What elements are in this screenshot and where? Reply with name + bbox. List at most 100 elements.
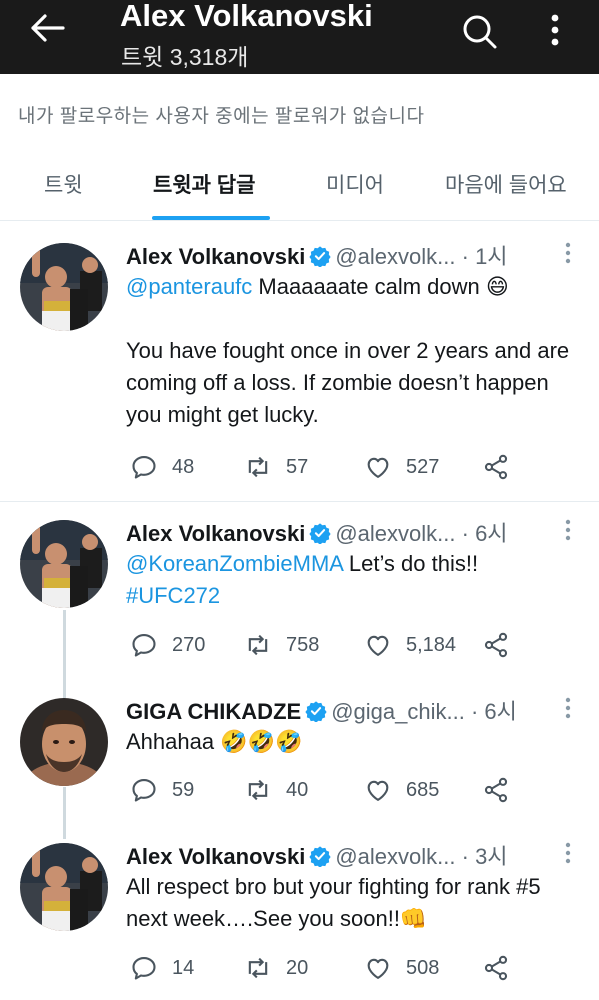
- tweet-time[interactable]: · 3시: [462, 844, 508, 869]
- hashtag-link[interactable]: #UFC272: [126, 583, 220, 608]
- like-count: 527: [406, 455, 440, 478]
- retweet-button[interactable]: 758: [244, 631, 319, 659]
- mention-link[interactable]: @panteraufc: [126, 274, 252, 299]
- tweet-text-paragraph: All respect bro but your fighting for ra…: [126, 874, 541, 931]
- retweet-count: 57: [286, 455, 309, 478]
- reply-icon: [130, 954, 158, 982]
- tweet-time[interactable]: · 1시: [462, 244, 508, 269]
- tweet-header: GIGA CHIKADZE @giga_chik... · 6시: [126, 694, 517, 724]
- top-app-bar: Alex Volkanovski 트윗 3,318개: [0, 0, 599, 74]
- heart-icon: [364, 631, 392, 659]
- verified-badge-icon: [305, 700, 327, 722]
- active-tab-indicator: [152, 216, 270, 220]
- tweet-text-paragraph: You have fought once in over 2 years and…: [126, 338, 570, 427]
- followers-notice: 내가 팔로우하는 사용자 중에는 팔로워가 없습니다: [18, 106, 425, 127]
- tab-tweets[interactable]: 트윗: [44, 169, 83, 199]
- mention-link[interactable]: @KoreanZombieMMA: [126, 551, 343, 576]
- heart-icon: [364, 776, 392, 804]
- tweet-menu-icon[interactable]: [558, 515, 578, 545]
- retweet-icon: [244, 631, 272, 659]
- verified-badge-icon: [309, 522, 331, 544]
- share-button[interactable]: [482, 453, 524, 481]
- reply-button[interactable]: 14: [130, 954, 194, 982]
- avatar[interactable]: [20, 843, 108, 931]
- more-options-icon[interactable]: [540, 10, 570, 50]
- retweet-button[interactable]: 57: [244, 453, 308, 481]
- tab-media[interactable]: 미디어: [326, 169, 384, 199]
- reply-count: 59: [172, 778, 195, 801]
- retweet-button[interactable]: 40: [244, 776, 308, 804]
- verified-badge-icon: [309, 245, 331, 267]
- author-name[interactable]: Alex Volkanovski: [126, 844, 305, 869]
- thread-connector: [63, 610, 66, 700]
- tweet-count: 트윗 3,318개: [121, 44, 249, 70]
- reply-button[interactable]: 270: [130, 631, 205, 659]
- thread-connector: [63, 787, 66, 839]
- author-handle[interactable]: @alexvolk...: [335, 521, 455, 546]
- retweet-button[interactable]: 20: [244, 954, 308, 982]
- retweet-icon: [244, 776, 272, 804]
- retweet-icon: [244, 453, 272, 481]
- like-count: 5,184: [406, 633, 457, 656]
- tweet-text-line: Ahhahaa 🤣🤣🤣: [126, 729, 303, 754]
- reply-button[interactable]: 59: [130, 776, 194, 804]
- share-button[interactable]: [482, 954, 524, 982]
- avatar[interactable]: [20, 520, 108, 608]
- tab-tweets-and-replies[interactable]: 트윗과 답글: [153, 169, 255, 199]
- avatar[interactable]: [20, 243, 108, 331]
- heart-icon: [364, 453, 392, 481]
- author-name[interactable]: Alex Volkanovski: [126, 244, 305, 269]
- like-button[interactable]: 527: [364, 453, 439, 481]
- reply-count: 270: [172, 633, 206, 656]
- search-icon[interactable]: [460, 12, 498, 50]
- tweet-text-line: Let’s do this!!: [342, 551, 479, 576]
- share-icon: [482, 631, 510, 659]
- retweet-icon: [244, 954, 272, 982]
- tweet-menu-icon[interactable]: [558, 238, 578, 268]
- retweet-count: 758: [286, 633, 320, 656]
- reply-count: 48: [172, 455, 195, 478]
- share-icon: [482, 776, 510, 804]
- tweet-text: Ahhahaa 🤣🤣🤣: [126, 726, 576, 758]
- author-name[interactable]: Alex Volkanovski: [126, 521, 305, 546]
- like-count: 685: [406, 778, 440, 801]
- retweet-count: 20: [286, 956, 309, 979]
- share-icon: [482, 954, 510, 982]
- tweet-actions: 59 40 685: [126, 776, 526, 804]
- tweet-actions: 270 758 5,184: [126, 631, 526, 659]
- share-button[interactable]: [482, 631, 524, 659]
- reply-icon: [130, 453, 158, 481]
- like-button[interactable]: 5,184: [364, 631, 456, 659]
- tweet-time[interactable]: · 6시: [462, 521, 508, 546]
- reply-count: 14: [172, 956, 195, 979]
- reply-icon: [130, 776, 158, 804]
- like-count: 508: [406, 956, 440, 979]
- back-arrow-icon[interactable]: [30, 12, 66, 44]
- tweet-actions: 14 20 508: [126, 954, 526, 982]
- tweet-menu-icon[interactable]: [558, 838, 578, 868]
- share-icon: [482, 453, 510, 481]
- author-handle[interactable]: @giga_chik...: [331, 699, 465, 724]
- avatar[interactable]: [20, 698, 108, 786]
- heart-icon: [364, 954, 392, 982]
- profile-tabs: 트윗 트윗과 답글 미디어 마음에 들어요: [0, 155, 599, 221]
- share-button[interactable]: [482, 776, 524, 804]
- profile-title: Alex Volkanovski: [120, 0, 373, 33]
- author-name[interactable]: GIGA CHIKADZE: [126, 699, 301, 724]
- tweet-time[interactable]: · 6시: [471, 699, 517, 724]
- tab-likes[interactable]: 마음에 들어요: [445, 169, 567, 199]
- tweet-header: Alex Volkanovski @alexvolk... · 6시: [126, 516, 508, 546]
- reply-button[interactable]: 48: [130, 453, 194, 481]
- like-button[interactable]: 508: [364, 954, 439, 982]
- tweet-text-line: Maaaaaate calm down 😄: [252, 274, 509, 299]
- tweet-actions: 48 57 527: [126, 453, 526, 481]
- tweet-header: Alex Volkanovski @alexvolk... · 1시: [126, 239, 508, 269]
- like-button[interactable]: 685: [364, 776, 439, 804]
- tweet-text: @KoreanZombieMMA Let’s do this!! #UFC272: [126, 548, 576, 612]
- verified-badge-icon: [309, 845, 331, 867]
- author-handle[interactable]: @alexvolk...: [335, 244, 455, 269]
- author-handle[interactable]: @alexvolk...: [335, 844, 455, 869]
- divider: [0, 501, 599, 502]
- tweet-header: Alex Volkanovski @alexvolk... · 3시: [126, 839, 508, 869]
- tweet-menu-icon[interactable]: [558, 693, 578, 723]
